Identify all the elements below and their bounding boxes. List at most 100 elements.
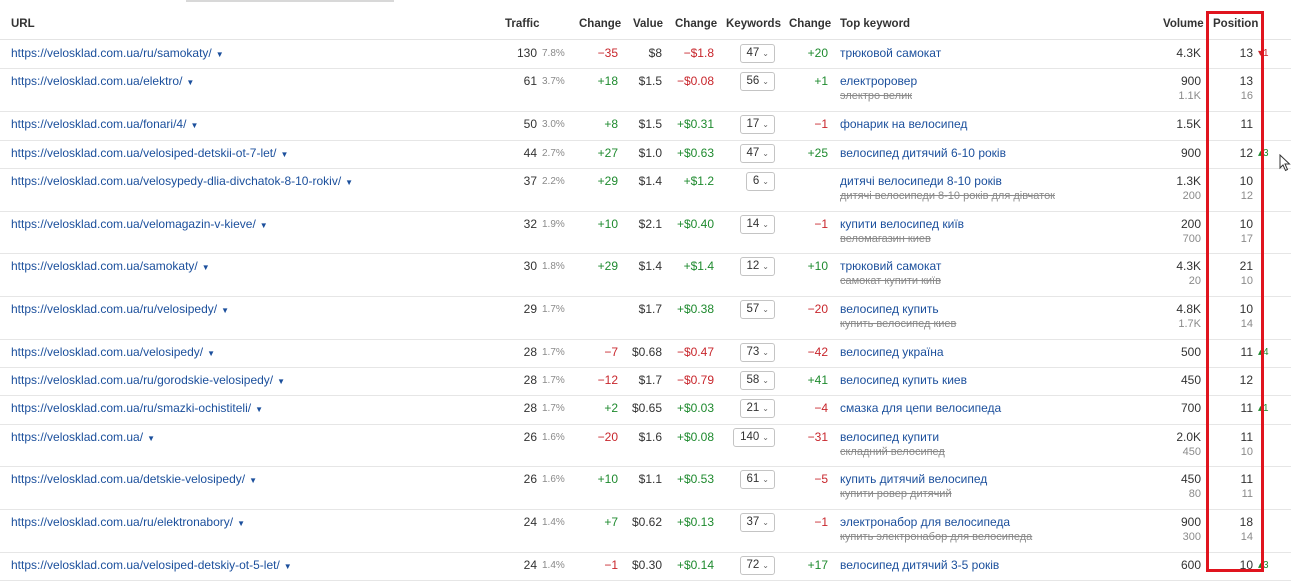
col-top-keyword[interactable]: Top keyword (840, 18, 910, 30)
top-keyword-link[interactable]: дитячі велосипеди 8-10 років (840, 174, 1002, 188)
keywords-dropdown[interactable]: 47 ⌄ (739, 144, 775, 163)
col-volume[interactable]: Volume (1163, 18, 1204, 30)
col-change-keywords[interactable]: Change (789, 18, 831, 30)
url-link[interactable]: https://velosklad.com.ua/ru/gorodskie-ve… (11, 373, 285, 389)
url-link[interactable]: https://velosklad.com.ua/elektro/▼ (11, 74, 194, 90)
url-link[interactable]: https://velosklad.com.ua/detskie-velosip… (11, 472, 257, 488)
url-link[interactable]: https://velosklad.com.ua/velosiped-detsk… (11, 146, 288, 162)
keywords-count-button[interactable]: 14 ⌄ (739, 215, 775, 234)
keywords-dropdown[interactable]: 21 ⌄ (739, 399, 775, 418)
keywords-count-button[interactable]: 21 ⌄ (739, 399, 775, 418)
keywords-count-button[interactable]: 12 ⌄ (739, 257, 775, 276)
top-keyword-link[interactable]: електроровер (840, 74, 917, 88)
top-keyword-link[interactable]: электронабор для велосипеда (840, 515, 1010, 529)
chevron-down-icon[interactable]: ▼ (147, 434, 155, 443)
top-keyword-link[interactable]: велосипед дитячий 6-10 років (840, 146, 1006, 160)
url-text: https://velosklad.com.ua/ru/smazki-ochis… (11, 401, 252, 415)
keywords-dropdown[interactable]: 17 ⌄ (739, 115, 775, 134)
keywords-count-button[interactable]: 57 ⌄ (739, 300, 775, 319)
col-url[interactable]: URL (11, 18, 35, 30)
url-link[interactable]: https://velosklad.com.ua/▼ (11, 430, 155, 446)
url-link[interactable]: https://velosklad.com.ua/ru/velosipedy/▼ (11, 302, 229, 318)
top-keyword-link[interactable]: трюковой самокат (840, 46, 941, 60)
chevron-down-icon: ⌄ (762, 49, 769, 58)
keywords-dropdown[interactable]: 58 ⌄ (739, 371, 775, 390)
keywords-dropdown[interactable]: 14 ⌄ (739, 215, 775, 234)
keywords-count: 72 (746, 559, 760, 571)
previous-top-keyword: купити ровер дитячий (840, 488, 952, 500)
keywords-dropdown[interactable]: 6 ⌄ (745, 172, 775, 191)
chevron-down-icon[interactable]: ▼ (237, 519, 245, 528)
chevron-down-icon[interactable]: ▼ (202, 263, 210, 272)
keywords-count-button[interactable]: 47 ⌄ (739, 44, 775, 63)
keywords-count-button[interactable]: 61 ⌄ (739, 470, 775, 489)
keyword-volume: 500 (1180, 345, 1201, 359)
keywords-count-button[interactable]: 37 ⌄ (739, 513, 775, 532)
url-text: https://velosklad.com.ua/detskie-velosip… (11, 472, 246, 486)
keywords-count-button[interactable]: 56 ⌄ (739, 72, 775, 91)
keywords-change: +20 (807, 46, 828, 60)
chevron-down-icon[interactable]: ▼ (186, 78, 194, 87)
chevron-down-icon[interactable]: ▼ (207, 349, 215, 358)
col-change-value[interactable]: Change (675, 18, 717, 30)
keywords-dropdown[interactable]: 57 ⌄ (739, 300, 775, 319)
top-keyword-link[interactable]: велосипед купить киев (840, 373, 967, 387)
traffic-change: +27 (597, 146, 618, 160)
keywords-dropdown[interactable]: 12 ⌄ (739, 257, 775, 276)
url-link[interactable]: https://velosklad.com.ua/velosiped-detsk… (11, 558, 292, 574)
traffic-value: 28 (523, 401, 537, 415)
keywords-dropdown[interactable]: 140 ⌄ (733, 428, 775, 447)
top-keyword-link[interactable]: велосипед купити (840, 430, 939, 444)
url-link[interactable]: https://velosklad.com.ua/ru/smazki-ochis… (11, 401, 263, 417)
chevron-down-icon[interactable]: ▼ (284, 562, 292, 571)
chevron-down-icon[interactable]: ▼ (260, 221, 268, 230)
url-link[interactable]: https://velosklad.com.ua/velosypedy-dlia… (11, 174, 353, 190)
url-link[interactable]: https://velosklad.com.ua/velosipedy/▼ (11, 345, 215, 361)
top-keyword-link[interactable]: велосипед дитячий 3-5 років (840, 558, 999, 572)
keywords-dropdown[interactable]: 73 ⌄ (739, 343, 775, 362)
traffic-value: 130 (516, 46, 537, 60)
chevron-down-icon[interactable]: ▼ (345, 178, 353, 187)
keywords-count-button[interactable]: 17 ⌄ (739, 115, 775, 134)
traffic-value: 28 (523, 373, 537, 387)
col-traffic[interactable]: Traffic (505, 18, 540, 30)
top-keyword-link[interactable]: фонарик на велосипед (840, 117, 967, 131)
url-link[interactable]: https://velosklad.com.ua/ru/elektronabor… (11, 515, 245, 531)
url-text: https://velosklad.com.ua/ru/samokaty/ (11, 46, 212, 60)
keywords-dropdown[interactable]: 47 ⌄ (739, 44, 775, 63)
col-keywords[interactable]: Keywords (726, 18, 781, 30)
keywords-count-button[interactable]: 6 ⌄ (745, 172, 775, 191)
top-keyword-link[interactable]: смазка для цепи велосипеда (840, 401, 1001, 415)
url-link[interactable]: https://velosklad.com.ua/velomagazin-v-k… (11, 217, 268, 233)
chevron-down-icon[interactable]: ▼ (255, 405, 263, 414)
top-keyword-link[interactable]: трюковий самокат (840, 259, 941, 273)
top-keyword-link[interactable]: купить дитячий велосипед (840, 472, 987, 486)
keywords-count-button[interactable]: 47 ⌄ (739, 144, 775, 163)
previous-keyword-volume: 20 (1188, 275, 1201, 287)
chevron-down-icon[interactable]: ▼ (277, 377, 285, 386)
top-keyword-link[interactable]: купити велосипед київ (840, 217, 964, 231)
keywords-dropdown[interactable]: 61 ⌄ (739, 470, 775, 489)
keywords-count-button[interactable]: 58 ⌄ (739, 371, 775, 390)
top-keyword-link[interactable]: велосипед україна (840, 345, 944, 359)
chevron-down-icon[interactable]: ▼ (190, 121, 198, 130)
url-link[interactable]: https://velosklad.com.ua/samokaty/ ▼ (11, 259, 210, 275)
traffic-value-usd: $8 (648, 46, 662, 60)
url-link[interactable]: https://velosklad.com.ua/ru/samokaty/ ▼ (11, 46, 224, 62)
top-keyword-link[interactable]: велосипед купить (840, 302, 939, 316)
col-value[interactable]: Value (633, 18, 663, 30)
chevron-down-icon[interactable]: ▼ (280, 150, 288, 159)
keywords-dropdown[interactable]: 37 ⌄ (739, 513, 775, 532)
keywords-dropdown[interactable]: 56 ⌄ (739, 72, 775, 91)
keywords-count-button[interactable]: 72 ⌄ (739, 556, 775, 575)
chevron-down-icon[interactable]: ▼ (249, 476, 257, 485)
traffic-value: 61 (523, 74, 537, 88)
chevron-down-icon[interactable]: ▼ (216, 50, 224, 59)
chevron-down-icon[interactable]: ▼ (221, 306, 229, 315)
keywords-count: 57 (746, 303, 760, 315)
keywords-count-button[interactable]: 140 ⌄ (733, 428, 775, 447)
col-change-traffic[interactable]: Change (579, 18, 621, 30)
keywords-dropdown[interactable]: 72 ⌄ (739, 556, 775, 575)
keywords-count-button[interactable]: 73 ⌄ (739, 343, 775, 362)
url-link[interactable]: https://velosklad.com.ua/fonari/4/▼ (11, 117, 198, 133)
